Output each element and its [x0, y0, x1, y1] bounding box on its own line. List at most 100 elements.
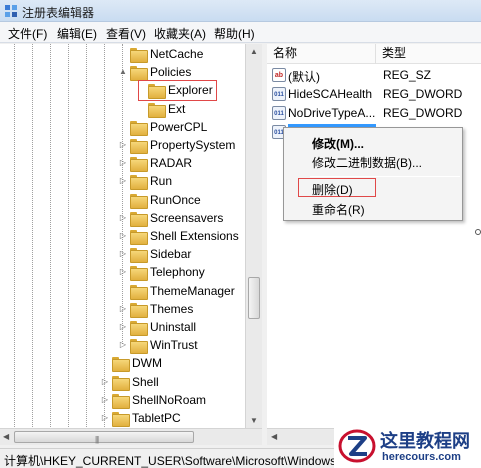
- key-tree-pane[interactable]: NetCache ▲ Policies Explorer Ext PowerCPL ▷ Pro…: [0, 44, 262, 445]
- menu-edit[interactable]: 编辑(E): [57, 25, 97, 42]
- watermark-name: 这里教程网: [380, 431, 470, 452]
- value-name: (默认): [288, 70, 320, 84]
- tree-vertical-scrollbar[interactable]: ▲ ▼: [245, 44, 262, 428]
- expand-icon[interactable]: [118, 49, 128, 59]
- title-bar: 注册表编辑器: [0, 0, 481, 22]
- tree-guide-line: [50, 44, 51, 445]
- value-list-pane[interactable]: 名称 类型 ab (默认) REG_SZ 011 HideSCAHealth REG_DW…: [267, 44, 481, 445]
- tree-node-label: ThemeManager: [150, 283, 235, 298]
- tree-node-label: TabletPC: [132, 411, 181, 425]
- tree-node-label: PropertySystem: [150, 138, 236, 152]
- collapse-icon[interactable]: ▲: [118, 67, 128, 77]
- folder-icon: [148, 102, 166, 118]
- value-row[interactable]: ab (默认) REG_SZ: [267, 66, 481, 85]
- tree-node[interactable]: Ext: [136, 101, 261, 119]
- folder-icon: [112, 357, 130, 373]
- menu-help[interactable]: 帮助(H): [214, 25, 255, 42]
- tree-node-label: NetCache: [150, 47, 204, 61]
- splitter-handle[interactable]: [475, 229, 481, 235]
- tree-node[interactable]: ▷ TabletPC: [100, 410, 250, 428]
- tree-node-label: Shell: [132, 374, 159, 389]
- expand-icon[interactable]: ▷: [118, 176, 128, 186]
- expand-icon[interactable]: [136, 104, 146, 114]
- expand-icon[interactable]: [100, 358, 110, 368]
- folder-icon: [130, 302, 148, 318]
- expand-icon[interactable]: ▷: [118, 249, 128, 259]
- expand-icon[interactable]: ▷: [100, 413, 110, 423]
- tree-node[interactable]: ▷ Uninstall: [118, 319, 261, 337]
- tree-node[interactable]: ▷ Sidebar: [118, 246, 261, 264]
- menu-bar: 文件(F) 编辑(E) 查看(V) 收藏夹(A) 帮助(H): [0, 22, 481, 43]
- scroll-grip-icon: |||: [95, 435, 99, 444]
- tree-node[interactable]: ThemeManager: [118, 283, 261, 301]
- context-menu: 修改(M)... 修改二进制数据(B)... 删除(D) 重命名(R): [283, 127, 463, 221]
- folder-icon: [130, 284, 148, 300]
- tree-node[interactable]: ▷ Shell: [100, 374, 250, 392]
- expand-icon[interactable]: ▷: [118, 267, 128, 277]
- tree-node[interactable]: DWM: [100, 355, 250, 373]
- expand-icon[interactable]: ▷: [118, 340, 128, 350]
- menu-item-modify-binary[interactable]: 修改二进制数据(B)...: [312, 154, 422, 171]
- tree-guide-line: [14, 44, 15, 445]
- watermark-url: herecours.com: [382, 451, 461, 463]
- status-path: 计算机\HKEY_CURRENT_USER\Software\Microsoft…: [4, 454, 344, 468]
- tree-node-label: PowerCPL: [150, 119, 208, 134]
- folder-icon: [130, 157, 148, 173]
- window-title: 注册表编辑器: [22, 6, 95, 20]
- expand-icon[interactable]: [118, 195, 128, 205]
- column-header-name[interactable]: 名称: [267, 44, 375, 64]
- expand-icon[interactable]: ▷: [118, 213, 128, 223]
- expand-icon[interactable]: [118, 286, 128, 296]
- expand-icon[interactable]: ▷: [118, 322, 128, 332]
- value-row[interactable]: 011 NoDriveTypeA... REG_DWORD: [267, 104, 481, 123]
- watermark-logo-icon: [338, 429, 376, 463]
- registry-editor-window: 注册表编辑器 文件(F) 编辑(E) 查看(V) 收藏夹(A) 帮助(H) Ne…: [0, 0, 481, 468]
- expand-icon[interactable]: [118, 122, 128, 132]
- tree-hscroll-thumb[interactable]: |||: [14, 431, 194, 444]
- folder-icon: [130, 48, 148, 63]
- tree-node[interactable]: ▷ Shell Extensions: [118, 228, 261, 246]
- folder-icon: [130, 230, 148, 245]
- tree-node[interactable]: ▷ Run: [118, 173, 261, 191]
- column-header-type[interactable]: 类型: [376, 44, 481, 64]
- folder-icon: [130, 266, 148, 282]
- expand-icon[interactable]: ▷: [118, 158, 128, 168]
- folder-icon: [130, 339, 148, 355]
- menu-view[interactable]: 查看(V): [106, 25, 146, 42]
- expand-icon[interactable]: ▷: [118, 140, 128, 150]
- menu-favorites[interactable]: 收藏夹(A): [154, 25, 206, 42]
- scroll-left-icon[interactable]: ◀: [3, 432, 9, 441]
- menu-item-rename[interactable]: 重命名(R): [312, 201, 365, 218]
- tree-node[interactable]: RunOnce: [118, 192, 261, 210]
- menu-file[interactable]: 文件(F): [8, 25, 47, 42]
- tree-node[interactable]: PowerCPL: [118, 119, 261, 137]
- folder-icon: [112, 375, 130, 391]
- value-row[interactable]: 011 HideSCAHealth REG_DWORD: [267, 85, 481, 104]
- expand-icon[interactable]: ▷: [118, 304, 128, 314]
- tree-horizontal-scrollbar[interactable]: ◀ |||: [0, 428, 262, 445]
- tree-node[interactable]: ▷ ShellNoRoam: [100, 392, 250, 410]
- scroll-left-icon[interactable]: ◀: [271, 432, 277, 441]
- tree-node[interactable]: NetCache: [118, 46, 261, 64]
- menu-item-delete[interactable]: 删除(D): [312, 181, 353, 198]
- scroll-down-icon[interactable]: ▼: [249, 416, 259, 425]
- menu-item-modify[interactable]: 修改(M)...: [312, 135, 364, 152]
- scroll-up-icon[interactable]: ▲: [249, 47, 259, 56]
- tree-scroll-thumb[interactable]: [248, 277, 260, 319]
- tree-guide-line: [32, 44, 33, 445]
- binary-value-icon: 011: [272, 87, 286, 101]
- tree-node-label: Run: [150, 174, 173, 189]
- expand-icon[interactable]: ▷: [118, 231, 128, 241]
- folder-icon: [130, 66, 148, 82]
- tree-node[interactable]: ▷ Screensavers: [118, 210, 261, 228]
- tree-node[interactable]: ▷ RADAR: [118, 155, 261, 173]
- tree-node[interactable]: ▷ PropertySystem: [118, 137, 261, 155]
- tree-node-label: Policies: [150, 65, 192, 80]
- site-watermark: 这里教程网 herecours.com: [334, 424, 481, 468]
- tree-node[interactable]: ▷ WinTrust: [118, 337, 261, 355]
- tree-node[interactable]: ▷ Telephony: [118, 264, 261, 282]
- registry-app-icon: [5, 5, 17, 17]
- expand-icon[interactable]: ▷: [100, 377, 110, 387]
- expand-icon[interactable]: ▷: [100, 395, 110, 405]
- tree-node[interactable]: ▷ Themes: [118, 301, 261, 319]
